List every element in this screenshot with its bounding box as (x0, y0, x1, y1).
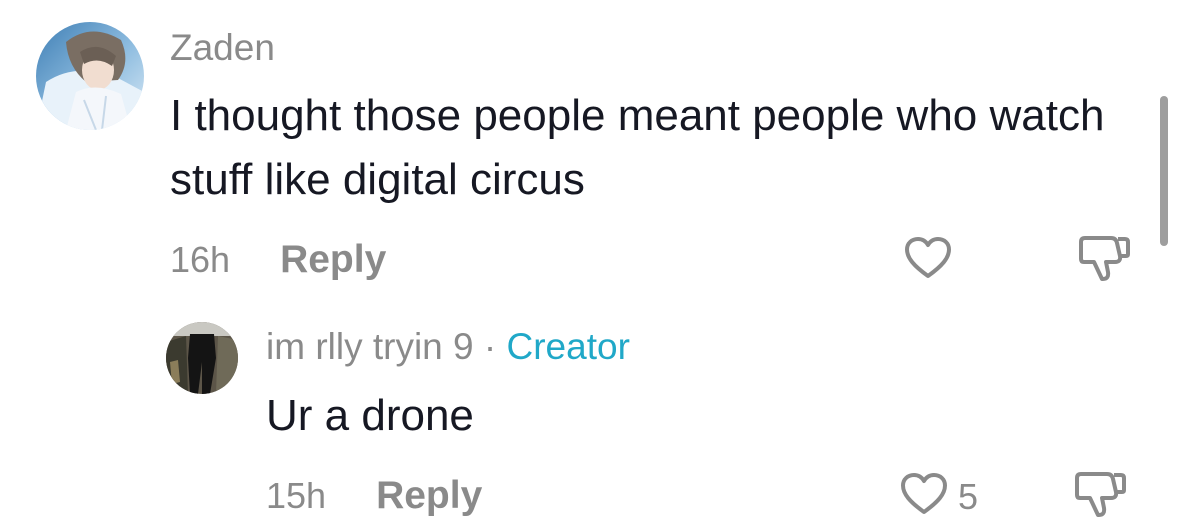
reply-button[interactable]: Reply (280, 236, 386, 284)
like-count: 5 (958, 475, 979, 517)
comment-username[interactable]: Zaden (170, 26, 275, 70)
comment-timestamp: 16h (170, 239, 231, 280)
reply-text: Ur a drone (266, 391, 474, 440)
reply-timestamp: 15h (266, 475, 327, 516)
comment-meta: 16h Reply (170, 236, 386, 284)
heart-icon (904, 236, 952, 285)
dislike-button[interactable] (1078, 232, 1130, 289)
thumbs-down-icon (1074, 468, 1126, 525)
dislike-button[interactable] (1074, 468, 1126, 525)
like-button[interactable]: 5 (900, 472, 978, 521)
avatar-zaden[interactable] (36, 22, 144, 130)
reply-meta: 15h Reply (266, 472, 482, 520)
reply-button[interactable]: Reply (376, 472, 482, 520)
like-button[interactable] (904, 236, 952, 285)
avatar-im-rlly-tryin-9[interactable] (166, 322, 238, 394)
comment-text: I thought those people meant people who … (170, 91, 1105, 204)
separator-dot: · (473, 326, 507, 367)
thumbs-down-icon (1078, 232, 1130, 289)
scrollbar[interactable] (1160, 96, 1168, 246)
reply-username[interactable]: im rlly tryin 9 (266, 326, 474, 367)
heart-icon (900, 472, 948, 521)
reply-username-line: im rlly tryin 9 · Creator (266, 325, 630, 369)
creator-badge: Creator (506, 326, 630, 367)
